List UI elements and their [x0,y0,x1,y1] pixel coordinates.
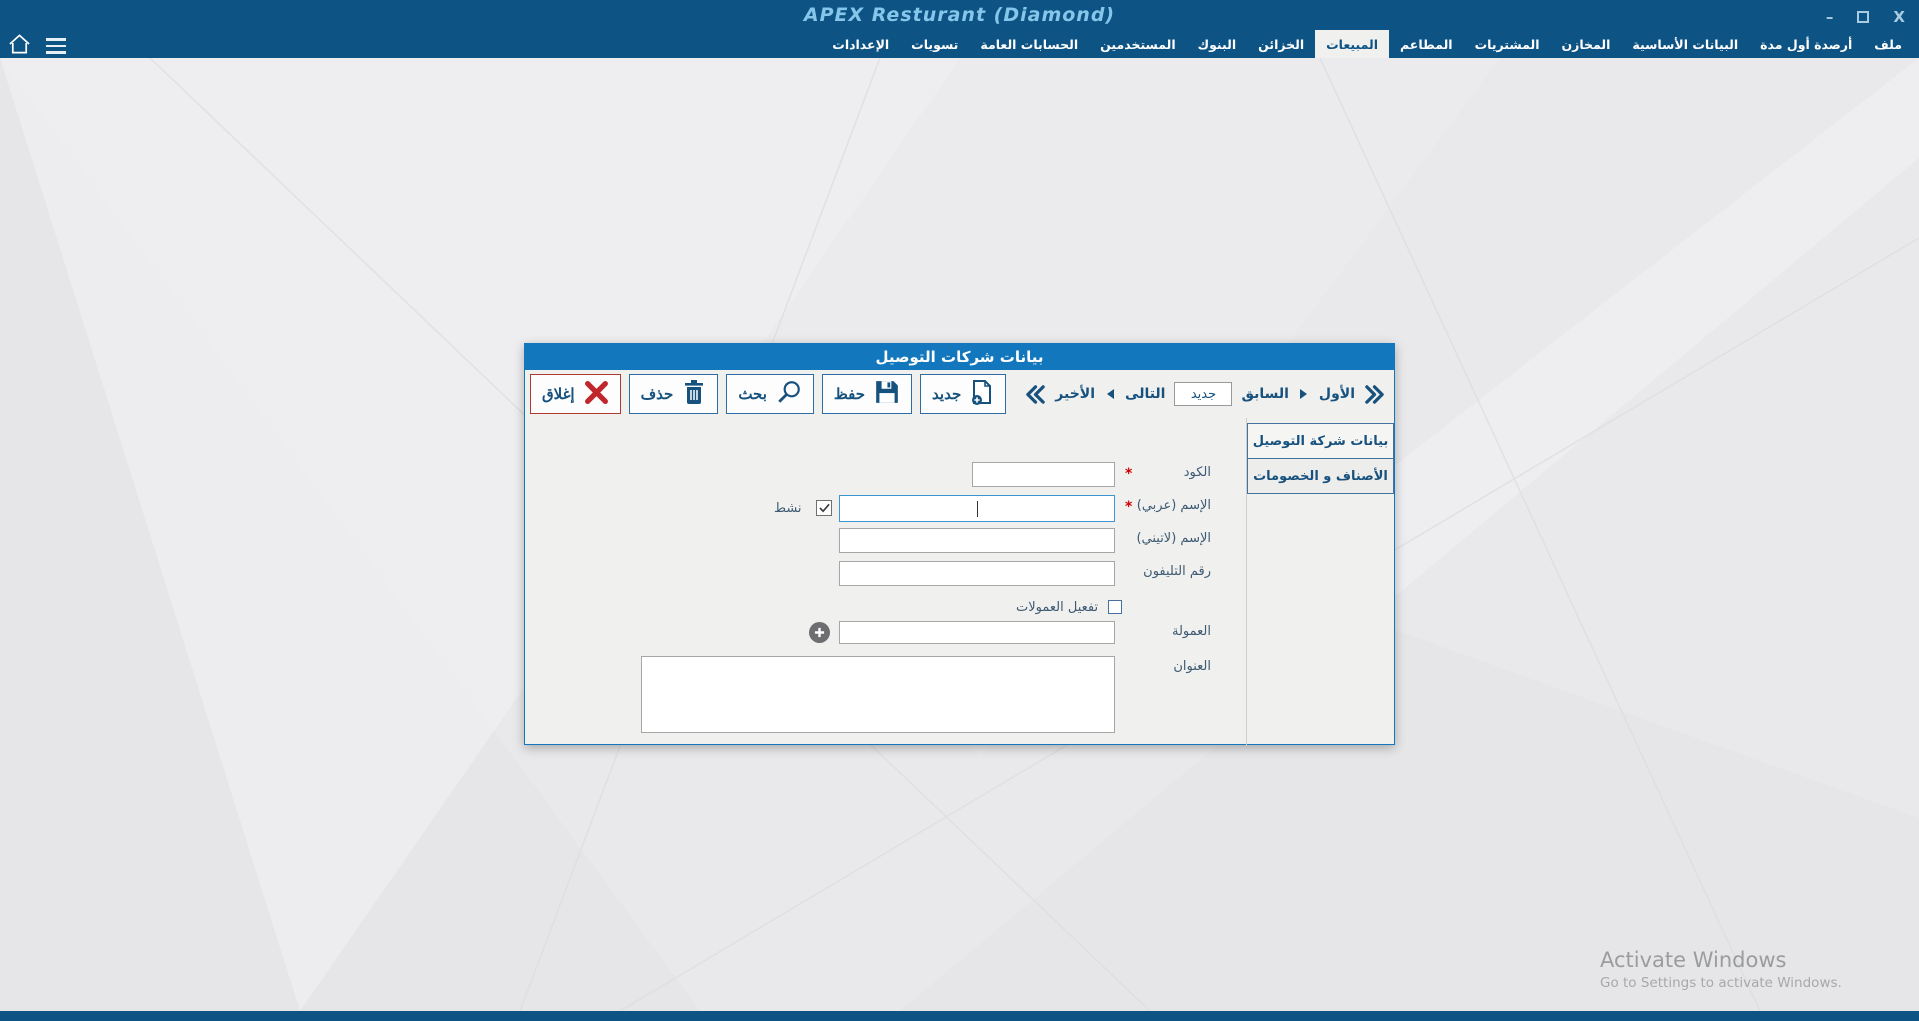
active-checkbox-label: نشط [774,501,802,516]
name-arabic-input[interactable] [839,495,1115,522]
menu-item-restaurants[interactable]: المطاعم [1389,30,1464,58]
minimize-icon[interactable]: – [1826,12,1834,22]
close-x-icon [584,380,609,409]
name-arabic-required-marker: * [1125,499,1132,515]
delete-button[interactable]: حذف [629,374,719,414]
check-icon [819,503,830,513]
commission-input[interactable] [839,621,1115,644]
dialog-toolbar: الأول السابق التالى الأخير [525,370,1394,418]
code-label: الكود [1184,465,1211,480]
window-controls: – X [1826,8,1905,26]
next-arrow-icon[interactable] [1104,387,1116,401]
dialog-title[interactable]: بيانات شركات التوصيل [525,344,1394,370]
text-caret [977,501,978,517]
menu-item-banks[interactable]: البنوك [1187,30,1247,58]
delivery-companies-dialog: بيانات شركات التوصيل الأول السابق التالى [524,343,1395,745]
activate-windows-watermark: Activate Windows Go to Settings to activ… [1600,948,1842,991]
search-icon [776,379,802,409]
enable-commissions-label: تفعيل العمولات [1016,600,1098,615]
delete-button-label: حذف [641,385,674,403]
search-button-label: بحث [738,385,767,403]
first-record-icon[interactable] [1364,384,1385,405]
top-bar: APEX Resturant (Diamond) – X ملف [0,0,1919,58]
active-checkbox[interactable] [816,500,832,516]
close-button-label: إغلاق [542,385,575,403]
menu-item-safes[interactable]: الخزائن [1247,30,1315,58]
record-navigator: الأول السابق التالى الأخير [1025,382,1385,406]
nav-first-label[interactable]: الأول [1319,386,1355,402]
menu-item-adjustments[interactable]: تسويات [900,30,969,58]
bottom-taskbar-strip [0,1011,1919,1021]
close-window-icon[interactable]: X [1893,8,1905,26]
menu-item-sales[interactable]: المبيعات [1315,30,1389,58]
phone-input[interactable] [839,561,1115,586]
address-textarea[interactable] [641,656,1115,733]
home-icon[interactable] [8,33,31,59]
watermark-line2: Go to Settings to activate Windows. [1600,975,1842,991]
menu-bar: ملف أرصدة أول مدة البيانات الأساسية المخ… [0,30,1919,58]
new-button-label: جديد [932,385,961,403]
add-commission-icon[interactable] [809,622,830,643]
menu-item-settings[interactable]: الإعدادات [821,30,900,58]
maximize-icon[interactable] [1857,11,1869,23]
tab-delivery-company-data[interactable]: بيانات شركة التوصيل [1247,423,1394,459]
search-button[interactable]: بحث [726,374,814,414]
menu-item-file[interactable]: ملف [1863,30,1913,58]
desktop-area: بيانات شركات التوصيل الأول السابق التالى [0,58,1919,1011]
tab-items-and-discounts[interactable]: الأصناف و الخصومات [1247,458,1394,494]
name-latin-input[interactable] [839,528,1115,553]
code-input[interactable] [972,462,1115,487]
previous-arrow-icon[interactable] [1298,387,1310,401]
toolbar-buttons: جديد حفظ [530,374,1006,414]
menu-item-warehouses[interactable]: المخازن [1550,30,1621,58]
new-document-icon [970,379,994,410]
dialog-side-tabs: بيانات شركة التوصيل الأصناف و الخصومات [1246,418,1394,746]
trash-icon [682,379,706,409]
nav-previous-label[interactable]: السابق [1241,386,1288,402]
nav-next-label[interactable]: التالى [1125,386,1165,402]
watermark-line1: Activate Windows [1600,948,1842,972]
save-button[interactable]: حفظ [822,374,912,414]
menu-item-opening-balances[interactable]: أرصدة أول مدة [1749,30,1863,58]
application-window: APEX Resturant (Diamond) – X ملف [0,0,1919,1021]
code-required-marker: * [1125,466,1132,482]
address-label: العنوان [1173,659,1211,674]
last-record-icon[interactable] [1025,384,1046,405]
new-button[interactable]: جديد [920,374,1006,414]
close-button[interactable]: إغلاق [530,374,621,414]
name-latin-label: الإسم (لاتيني) [1136,531,1211,546]
enable-commissions-checkbox[interactable] [1108,600,1122,614]
dialog-body: بيانات شركة التوصيل الأصناف و الخصومات ا… [525,418,1394,746]
menu-item-general-accounts[interactable]: الحسابات العامة [969,30,1089,58]
save-button-label: حفظ [834,385,865,403]
menu-item-basic-data[interactable]: البيانات الأساسية [1621,30,1749,58]
hamburger-menu-icon[interactable] [46,34,66,58]
save-floppy-icon [874,379,900,409]
current-record-input[interactable] [1174,382,1232,406]
menu-item-purchases[interactable]: المشتريات [1464,30,1551,58]
name-arabic-label: الإسم (عربي) [1137,498,1211,513]
nav-last-label[interactable]: الأخير [1055,386,1095,402]
menu-item-users[interactable]: المستخدمين [1089,30,1187,58]
phone-label: رقم التليفون [1143,564,1211,579]
app-title: APEX Resturant (Diamond) [0,4,1919,26]
main-menu: ملف أرصدة أول مدة البيانات الأساسية المخ… [821,30,1913,58]
commission-label: العمولة [1172,624,1211,639]
